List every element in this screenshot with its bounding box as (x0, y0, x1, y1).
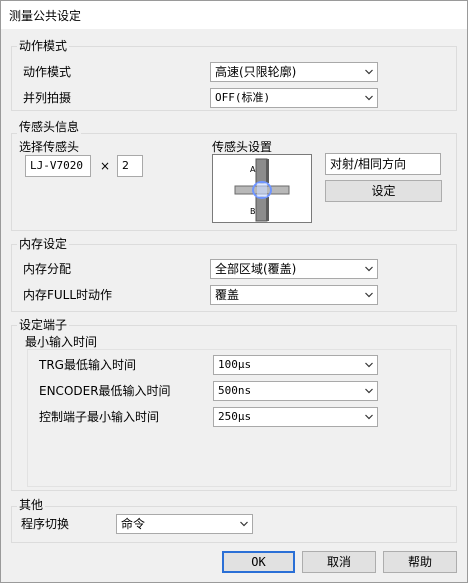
chevron-down-icon (365, 414, 373, 420)
ok-button[interactable]: OK (222, 551, 295, 573)
terminal-settings-group-label: 设定端子 (17, 318, 70, 332)
chevron-down-icon (365, 362, 373, 368)
sensor-setup-label: 传感头设置 (212, 140, 273, 154)
chevron-down-icon (365, 388, 373, 394)
parallel-capture-value: OFF(标准) (215, 91, 271, 104)
chevron-down-icon (365, 95, 373, 101)
memory-full-action-select[interactable]: 覆盖 (210, 285, 378, 305)
memory-allocation-value: 全部区域(覆盖) (215, 262, 297, 276)
motion-mode-group-label: 动作模式 (17, 39, 70, 53)
sensor-info-group-label: 传感头信息 (17, 120, 82, 134)
chevron-down-icon (365, 69, 373, 75)
chevron-down-icon (365, 266, 373, 272)
trg-min-input-label: TRG最低输入时间 (39, 358, 136, 372)
cancel-button[interactable]: 取消 (302, 551, 376, 573)
window-title: 测量公共设定 (9, 9, 82, 23)
parallel-capture-label: 并列拍摄 (23, 91, 72, 105)
sensor-set-button[interactable]: 设定 (325, 180, 442, 202)
sensor-direction-value: 对射/相同方向 (330, 157, 407, 171)
memory-full-action-value: 覆盖 (215, 288, 240, 302)
min-input-time-label: 最小输入时间 (25, 335, 98, 349)
program-switch-select[interactable]: 命令 (116, 514, 253, 534)
head-a-label: A (250, 165, 256, 174)
control-terminal-min-input-label: 控制端子最小输入时间 (39, 410, 160, 424)
sensor-direction-field: 对射/相同方向 (325, 153, 441, 175)
encoder-min-input-value: 500ns (218, 384, 252, 397)
trg-min-input-value: 100μs (218, 358, 252, 371)
chevron-down-icon (240, 521, 248, 527)
sensor-count-field: 2 (117, 155, 143, 177)
encoder-min-input-label: ENCODER最低输入时间 (39, 384, 171, 398)
head-b-label: B (250, 207, 256, 216)
sensor-heads-illustration (234, 158, 290, 222)
motion-mode-select[interactable]: 高速(只限轮廓) (210, 62, 378, 82)
sensor-model-field: LJ-V7020 (25, 155, 91, 177)
help-button[interactable]: 帮助 (383, 551, 457, 573)
memory-allocation-select[interactable]: 全部区域(覆盖) (210, 259, 378, 279)
title-bar: 测量公共设定 (1, 1, 467, 29)
control-terminal-min-input-select[interactable]: 250μs (213, 407, 378, 427)
motion-mode-label: 动作模式 (23, 65, 72, 79)
motion-mode-value: 高速(只限轮廓) (215, 65, 297, 79)
chevron-down-icon (365, 292, 373, 298)
encoder-min-input-select[interactable]: 500ns (213, 381, 378, 401)
sensor-model-value: LJ-V7020 (30, 159, 83, 172)
program-switch-label: 程序切换 (21, 517, 70, 531)
dialog-window: 测量公共设定 动作模式 动作模式 高速(只限轮廓) 并列拍摄 OFF(标准) 传… (0, 0, 468, 583)
sensor-layout-diagram: A B (212, 154, 312, 223)
control-terminal-min-input-value: 250μs (218, 410, 252, 423)
trg-min-input-select[interactable]: 100μs (213, 355, 378, 375)
select-sensor-label: 选择传感头 (19, 140, 80, 154)
other-group-label: 其他 (17, 498, 46, 512)
times-symbol: × (100, 159, 111, 173)
program-switch-value: 命令 (121, 517, 146, 531)
memory-settings-group-label: 内存设定 (17, 237, 70, 251)
parallel-capture-select[interactable]: OFF(标准) (210, 88, 378, 108)
memory-full-action-label: 内存FULL时动作 (23, 288, 113, 302)
memory-allocation-label: 内存分配 (23, 262, 72, 276)
sensor-count-value: 2 (122, 159, 129, 172)
